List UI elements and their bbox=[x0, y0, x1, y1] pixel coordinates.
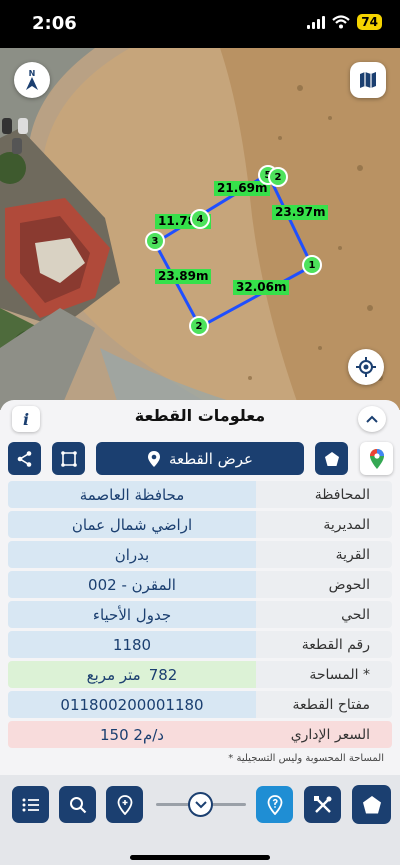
add-location-button[interactable] bbox=[106, 786, 143, 823]
parcel-vertex[interactable]: 3 bbox=[145, 231, 165, 251]
collapse-button[interactable] bbox=[358, 406, 386, 432]
pentagon-star-icon bbox=[362, 795, 381, 813]
satellite-map[interactable]: N 21.69m 11.78m 23.97m 23.89m 32.06m 5 2… bbox=[0, 48, 400, 410]
detail-row-parcel-number: 1180 رقم القطعة bbox=[8, 631, 392, 658]
polygon-icon bbox=[60, 450, 77, 467]
locate-me-button[interactable] bbox=[348, 349, 384, 385]
measure-tools-button[interactable] bbox=[304, 786, 341, 823]
location-pin-icon bbox=[117, 794, 132, 815]
detail-row-area: متر مربع 782 المساحة * bbox=[8, 661, 392, 688]
info-icon: i bbox=[22, 409, 30, 429]
detail-value: محافظة العاصمة bbox=[8, 481, 256, 508]
map-imagery bbox=[0, 48, 400, 410]
detail-label: الحوض bbox=[256, 571, 392, 598]
detail-value: 150 د/م2 bbox=[8, 721, 256, 748]
tools-icon bbox=[313, 795, 331, 813]
parcel-vertex[interactable]: 1 bbox=[302, 255, 322, 275]
search-button[interactable] bbox=[59, 786, 96, 823]
signal-icon bbox=[307, 15, 326, 29]
draw-polygon-button[interactable] bbox=[52, 442, 85, 475]
detail-value: بدران bbox=[8, 541, 256, 568]
area-unit: متر مربع bbox=[86, 665, 141, 684]
map-pin-icon bbox=[147, 450, 160, 467]
locate-icon bbox=[356, 357, 376, 377]
area-footnote: * المساحة المحسوبة وليس التسجيلية bbox=[228, 753, 384, 764]
google-maps-button[interactable] bbox=[360, 442, 393, 475]
detail-value: المقرن - 002 bbox=[8, 571, 256, 598]
detail-value: 011800200001180 bbox=[8, 691, 256, 718]
slider-knob[interactable] bbox=[188, 792, 213, 817]
detail-value: 1180 bbox=[8, 631, 256, 658]
show-parcel-button[interactable]: عرض القطعة bbox=[96, 442, 304, 475]
detail-value: اراضي شمال عمان bbox=[8, 511, 256, 538]
status-time: 2:06 bbox=[32, 13, 77, 34]
chevron-up-icon bbox=[366, 415, 378, 423]
app-screen: 2:06 74 N 21.69m 11.78m 23.97m 23.89m 32… bbox=[0, 0, 400, 865]
detail-row-neighborhood: جدول الأحياء الحي bbox=[8, 601, 392, 628]
detail-value: جدول الأحياء bbox=[8, 601, 256, 628]
status-icons: 74 bbox=[307, 14, 382, 30]
parcel-details-table: محافظة العاصمة المحافظة اراضي شمال عمان … bbox=[8, 481, 392, 751]
share-button[interactable] bbox=[8, 442, 41, 475]
detail-label: الحي bbox=[256, 601, 392, 628]
compass-north-icon: N bbox=[26, 69, 38, 90]
parcel-vertex[interactable]: 2 bbox=[268, 167, 288, 187]
detail-label: القرية bbox=[256, 541, 392, 568]
share-icon bbox=[17, 450, 31, 467]
list-button[interactable] bbox=[12, 786, 49, 823]
status-bar: 2:06 74 bbox=[0, 0, 400, 48]
battery-indicator: 74 bbox=[357, 14, 382, 30]
detail-row-basin: المقرن - 002 الحوض bbox=[8, 571, 392, 598]
home-indicator bbox=[130, 855, 270, 860]
bottom-toolbar bbox=[0, 775, 400, 865]
dimension-label: 23.89m bbox=[155, 269, 212, 284]
google-maps-icon bbox=[369, 448, 384, 469]
area-number: 782 bbox=[148, 665, 178, 684]
parcel-info-tab-button[interactable] bbox=[256, 786, 293, 823]
parcel-info-sheet: معلومات القطعة i عرض القطعة محافظة العاص… bbox=[0, 400, 400, 775]
favorite-button[interactable] bbox=[315, 442, 348, 475]
chevron-down-icon bbox=[194, 800, 207, 808]
info-pin-icon bbox=[267, 794, 282, 815]
search-icon bbox=[69, 796, 86, 813]
compass-button[interactable]: N bbox=[14, 62, 50, 98]
detail-row-admin-price: 150 د/م2 السعر الإداري bbox=[8, 721, 392, 748]
info-button[interactable]: i bbox=[12, 406, 40, 432]
wifi-icon bbox=[332, 15, 351, 29]
favorites-button[interactable] bbox=[352, 785, 391, 824]
detail-row-directorate: اراضي شمال عمان المديرية bbox=[8, 511, 392, 538]
dimension-label: 23.97m bbox=[272, 205, 329, 220]
pentagon-star-icon bbox=[324, 451, 339, 466]
parcel-vertex[interactable]: 2 bbox=[189, 316, 209, 336]
svg-text:N: N bbox=[29, 69, 36, 78]
detail-label: المحافظة bbox=[256, 481, 392, 508]
parcel-vertex[interactable]: 4 bbox=[190, 209, 210, 229]
show-parcel-label: عرض القطعة bbox=[168, 449, 254, 468]
list-icon bbox=[22, 798, 39, 811]
detail-label: السعر الإداري bbox=[256, 721, 392, 748]
detail-row-governorate: محافظة العاصمة المحافظة bbox=[8, 481, 392, 508]
dimension-label: 32.06m bbox=[233, 280, 290, 295]
detail-label: المديرية bbox=[256, 511, 392, 538]
map-layers-button[interactable] bbox=[350, 62, 386, 98]
sheet-title: معلومات القطعة bbox=[134, 406, 266, 425]
detail-label: رقم القطعة bbox=[256, 631, 392, 658]
detail-row-parcel-key: 011800200001180 مفتاح القطعة bbox=[8, 691, 392, 718]
detail-label: مفتاح القطعة bbox=[256, 691, 392, 718]
detail-value: متر مربع 782 bbox=[8, 661, 256, 688]
map-icon bbox=[360, 72, 376, 88]
detail-label: المساحة * bbox=[256, 661, 392, 688]
detail-row-village: بدران القرية bbox=[8, 541, 392, 568]
